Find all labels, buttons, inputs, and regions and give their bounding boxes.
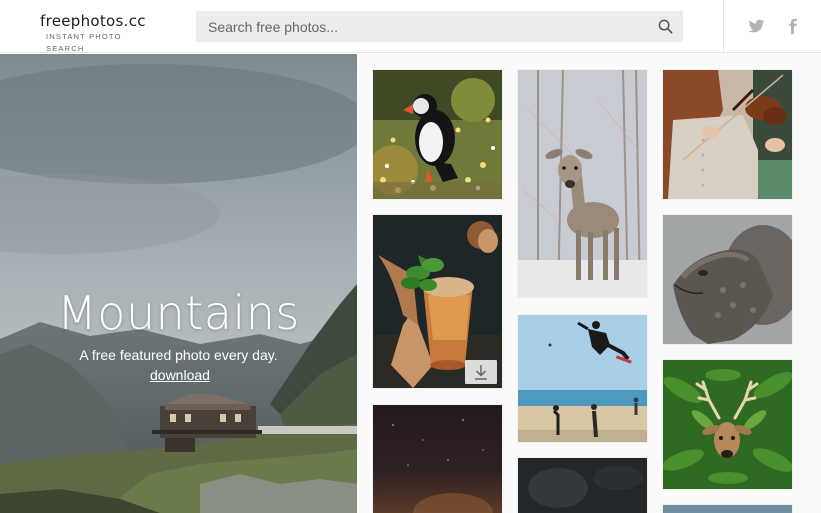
photo-gallery bbox=[357, 54, 821, 513]
photo-tile[interactable] bbox=[663, 360, 792, 489]
photo-tile[interactable] bbox=[663, 215, 792, 344]
hero-title: Mountains bbox=[57, 286, 300, 340]
hero-featured-photo[interactable]: Mountains A free featured photo every da… bbox=[0, 54, 357, 513]
download-icon bbox=[475, 365, 487, 380]
photo-tile[interactable] bbox=[518, 315, 647, 442]
deer-in-snow-photo bbox=[518, 70, 647, 297]
header-divider bbox=[723, 0, 724, 53]
header: freephotos.cc INSTANT PHOTO SEARCH bbox=[0, 0, 821, 53]
hero-subtitle: A free featured photo every day. bbox=[79, 347, 278, 363]
photo-tile[interactable] bbox=[518, 70, 647, 297]
download-button[interactable] bbox=[465, 360, 497, 384]
photo-tile[interactable] bbox=[663, 505, 792, 513]
photo-tile[interactable] bbox=[373, 70, 502, 199]
violinist-photo bbox=[663, 70, 792, 199]
logo-tagline: INSTANT PHOTO SEARCH bbox=[46, 32, 122, 53]
search-bar bbox=[196, 11, 683, 42]
photo-tile[interactable] bbox=[663, 70, 792, 199]
puffin-photo bbox=[373, 70, 502, 199]
photo-tile[interactable] bbox=[518, 458, 647, 513]
skateboarder-photo bbox=[518, 315, 647, 442]
facebook-icon[interactable] bbox=[784, 18, 801, 35]
search-icon[interactable] bbox=[658, 19, 673, 34]
photo-tile[interactable] bbox=[373, 215, 502, 388]
logo[interactable]: freephotos.cc INSTANT PHOTO SEARCH bbox=[40, 11, 160, 55]
night-sky-photo bbox=[373, 405, 502, 513]
logo-name[interactable]: freephotos.cc bbox=[40, 11, 160, 31]
photo-tile[interactable] bbox=[373, 405, 502, 513]
twitter-icon[interactable] bbox=[748, 18, 765, 35]
deer-in-ferns-photo bbox=[663, 360, 792, 489]
dark-cave-photo bbox=[518, 458, 647, 513]
partial-photo bbox=[663, 505, 792, 513]
search-input[interactable] bbox=[196, 11, 636, 42]
iguana-photo bbox=[663, 215, 792, 344]
hero-download-link[interactable]: download bbox=[150, 367, 210, 383]
mountain-photo bbox=[0, 54, 357, 513]
